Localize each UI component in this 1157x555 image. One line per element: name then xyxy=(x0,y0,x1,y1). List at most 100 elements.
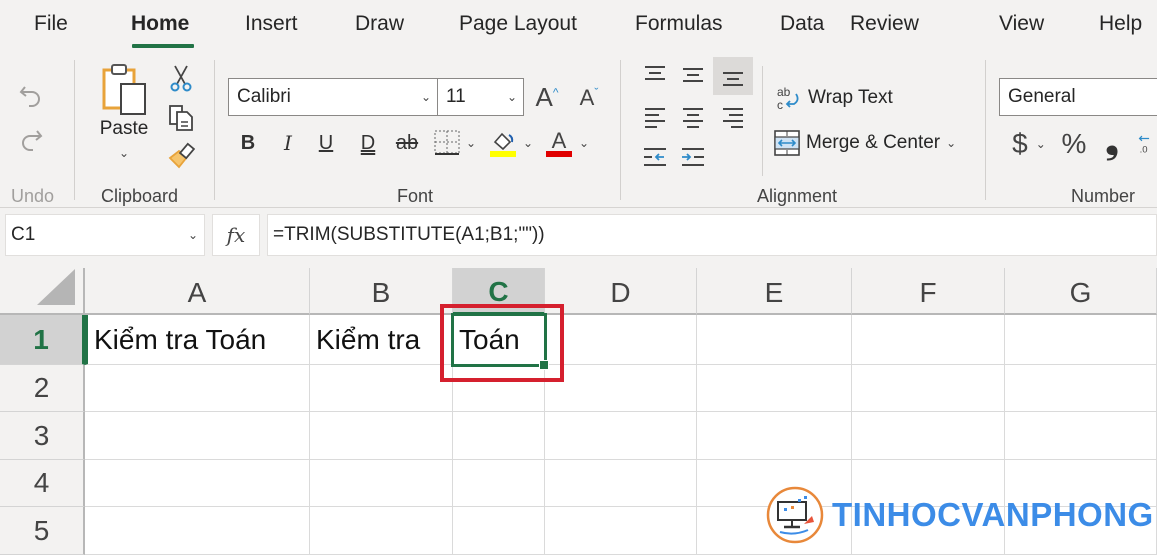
increase-indent-button[interactable] xyxy=(678,142,708,172)
format-painter-button[interactable] xyxy=(166,140,196,172)
chevron-down-icon: ⌄ xyxy=(420,90,431,104)
cell-d4[interactable] xyxy=(545,460,697,507)
bold-button[interactable]: B xyxy=(236,128,260,158)
fill-color-button[interactable]: ⌄ xyxy=(486,126,536,160)
copy-button[interactable] xyxy=(166,102,196,134)
select-all-button[interactable] xyxy=(0,268,85,315)
tab-home[interactable]: Home xyxy=(131,12,189,36)
tab-draw[interactable]: Draw xyxy=(355,12,404,36)
strikethrough-icon: ab xyxy=(395,131,419,154)
cell-a1[interactable]: Kiểm tra Toán xyxy=(85,315,310,365)
cell-g2[interactable] xyxy=(1005,365,1157,412)
increase-decimal-icon: .0 xyxy=(1138,135,1150,156)
increase-font-size-button[interactable]: A^ xyxy=(532,80,562,114)
cell-e2[interactable] xyxy=(697,365,852,412)
decrease-indent-button[interactable] xyxy=(640,142,670,172)
decrease-indent-icon xyxy=(644,148,666,166)
increase-decimal-button[interactable]: .0 xyxy=(1138,126,1157,162)
cell-b2[interactable] xyxy=(310,365,453,412)
format-painter-icon xyxy=(168,142,195,169)
column-header-b[interactable]: B xyxy=(310,268,453,315)
cell-c1[interactable]: Toán xyxy=(453,315,545,365)
cell-b4[interactable] xyxy=(310,460,453,507)
cell-a4[interactable] xyxy=(85,460,310,507)
column-header-d[interactable]: D xyxy=(545,268,697,315)
column-header-a[interactable]: A xyxy=(85,268,310,315)
column-header-e[interactable]: E xyxy=(697,268,852,315)
cell-c4[interactable] xyxy=(453,460,545,507)
cell-d1[interactable] xyxy=(545,315,697,365)
cell-b3[interactable] xyxy=(310,412,453,460)
underline-button[interactable]: U xyxy=(314,128,338,158)
tab-help[interactable]: Help xyxy=(1099,12,1142,36)
cell-f3[interactable] xyxy=(852,412,1005,460)
cell-b1[interactable]: Kiểm tra xyxy=(310,315,453,365)
column-header-c[interactable]: C xyxy=(453,268,545,315)
row-header-5[interactable]: 5 xyxy=(0,507,85,555)
align-center-button[interactable] xyxy=(678,102,708,132)
row-header-2[interactable]: 2 xyxy=(0,365,85,412)
name-box[interactable]: C1 ⌄ xyxy=(5,214,205,256)
cell-b5[interactable] xyxy=(310,507,453,555)
accounting-format-button[interactable]: $ ⌄ xyxy=(1006,126,1052,162)
insert-function-button[interactable]: fx xyxy=(212,214,260,256)
tab-file[interactable]: File xyxy=(34,12,68,36)
cell-a5[interactable] xyxy=(85,507,310,555)
cut-button[interactable] xyxy=(166,62,196,94)
top-align-button[interactable] xyxy=(640,60,670,90)
number-format-dropdown[interactable]: General xyxy=(999,78,1157,116)
align-right-button[interactable] xyxy=(718,102,748,132)
tab-data[interactable]: Data xyxy=(780,12,824,36)
cell-a3[interactable] xyxy=(85,412,310,460)
cell-e1[interactable] xyxy=(697,315,852,365)
undo-button[interactable] xyxy=(14,78,48,112)
redo-button[interactable] xyxy=(14,122,48,156)
cell-e3[interactable] xyxy=(697,412,852,460)
tab-insert[interactable]: Insert xyxy=(245,12,298,36)
row-header-4[interactable]: 4 xyxy=(0,460,85,507)
row-header-1[interactable]: 1 xyxy=(0,315,85,365)
tab-view[interactable]: View xyxy=(999,12,1044,36)
double-underline-button[interactable]: D xyxy=(356,128,380,158)
cell-g3[interactable] xyxy=(1005,412,1157,460)
percent-style-button[interactable]: % xyxy=(1058,126,1090,162)
group-divider xyxy=(74,60,75,200)
merge-center-icon xyxy=(774,130,800,156)
tab-page-layout[interactable]: Page Layout xyxy=(459,12,577,36)
cell-a2[interactable] xyxy=(85,365,310,412)
cell-value: Toán xyxy=(459,323,520,355)
middle-align-button[interactable] xyxy=(678,60,708,90)
strikethrough-button[interactable]: ab xyxy=(392,128,422,158)
fill-handle[interactable] xyxy=(539,360,549,370)
font-size-dropdown[interactable]: 11 ⌄ xyxy=(437,78,524,116)
column-header-g[interactable]: G xyxy=(1005,268,1157,315)
tab-review[interactable]: Review xyxy=(850,12,919,36)
cell-d5[interactable] xyxy=(545,507,697,555)
formula-input[interactable]: =TRIM(SUBSTITUTE(A1;B1;"")) xyxy=(267,214,1157,256)
cell-c3[interactable] xyxy=(453,412,545,460)
font-color-icon: A xyxy=(545,128,572,157)
cell-g1[interactable] xyxy=(1005,315,1157,365)
row-header-3[interactable]: 3 xyxy=(0,412,85,460)
bottom-align-button[interactable] xyxy=(713,57,753,95)
font-name-dropdown[interactable]: Calibri ⌄ xyxy=(228,78,438,116)
tab-formulas[interactable]: Formulas xyxy=(635,12,723,36)
group-divider xyxy=(214,60,215,200)
cell-f2[interactable] xyxy=(852,365,1005,412)
decrease-font-size-button[interactable]: Aˇ xyxy=(574,82,604,114)
cell-d3[interactable] xyxy=(545,412,697,460)
cell-c2[interactable] xyxy=(453,365,545,412)
wrap-text-button[interactable]: ab c Wrap Text xyxy=(776,84,893,112)
merge-center-button[interactable]: Merge & Center ⌄ xyxy=(774,130,956,156)
align-left-button[interactable] xyxy=(640,102,670,132)
cell-c5[interactable] xyxy=(453,507,545,555)
italic-button[interactable]: I xyxy=(276,128,300,158)
cell-d2[interactable] xyxy=(545,365,697,412)
cell-f1[interactable] xyxy=(852,315,1005,365)
comma-style-button[interactable]: ❟ xyxy=(1100,123,1124,161)
borders-button[interactable]: ⌄ xyxy=(432,128,478,158)
paste-button[interactable]: Paste ⌄ xyxy=(96,60,152,184)
top-align-icon xyxy=(645,66,665,80)
font-color-button[interactable]: A ⌄ xyxy=(542,126,592,160)
column-header-f[interactable]: F xyxy=(852,268,1005,315)
